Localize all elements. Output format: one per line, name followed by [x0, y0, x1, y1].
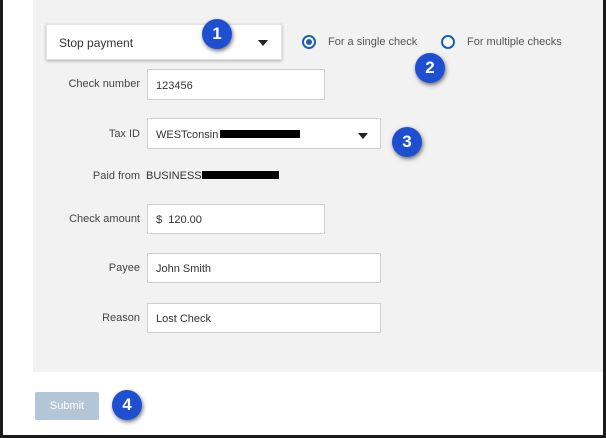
radio-unselected-icon: [441, 35, 455, 49]
caret-down-icon: [258, 40, 268, 46]
callout-badge-4: 4: [112, 390, 142, 420]
reason-input[interactable]: Lost Check: [147, 303, 381, 333]
payee-input[interactable]: John Smith: [147, 253, 381, 283]
currency-symbol: $: [156, 214, 163, 226]
paid-from-label: Paid from: [92, 170, 140, 182]
submit-button[interactable]: Submit: [35, 392, 99, 420]
tax-id-value: WESTconsin: [156, 129, 219, 141]
reason-value: Lost Check: [156, 313, 212, 325]
radio-selected-icon: [302, 35, 316, 49]
check-number-input[interactable]: 123456: [147, 69, 325, 100]
radio-single-check-label: For a single check: [328, 36, 418, 48]
radio-single-check[interactable]: For a single check: [302, 34, 417, 50]
payee-label: Payee: [108, 262, 140, 274]
tax-id-redaction: [220, 130, 301, 138]
check-number-value: 123456: [156, 80, 193, 92]
check-amount-label: Check amount: [69, 213, 140, 225]
payee-value: John Smith: [156, 263, 212, 275]
paid-from-value: BUSINESS: [146, 170, 202, 182]
paid-from-redaction: [201, 171, 279, 179]
callout-badge-2: 2: [415, 53, 445, 83]
action-type-value: Stop payment: [59, 36, 134, 50]
reason-label: Reason: [102, 312, 140, 324]
radio-multiple-checks-label: For multiple checks: [467, 36, 562, 48]
callout-badge-1: 1: [202, 19, 232, 49]
tax-id-label: Tax ID: [108, 128, 140, 140]
check-amount-input[interactable]: $ 120.00: [147, 204, 325, 234]
callout-badge-3: 3: [392, 127, 422, 157]
check-number-label: Check number: [68, 78, 140, 90]
action-type-select[interactable]: Stop payment: [46, 24, 282, 60]
check-amount-value: 120.00: [168, 214, 202, 226]
caret-down-icon: [358, 133, 368, 139]
tax-id-select[interactable]: WESTconsin: [147, 118, 381, 149]
radio-multiple-checks[interactable]: For multiple checks: [441, 34, 562, 50]
